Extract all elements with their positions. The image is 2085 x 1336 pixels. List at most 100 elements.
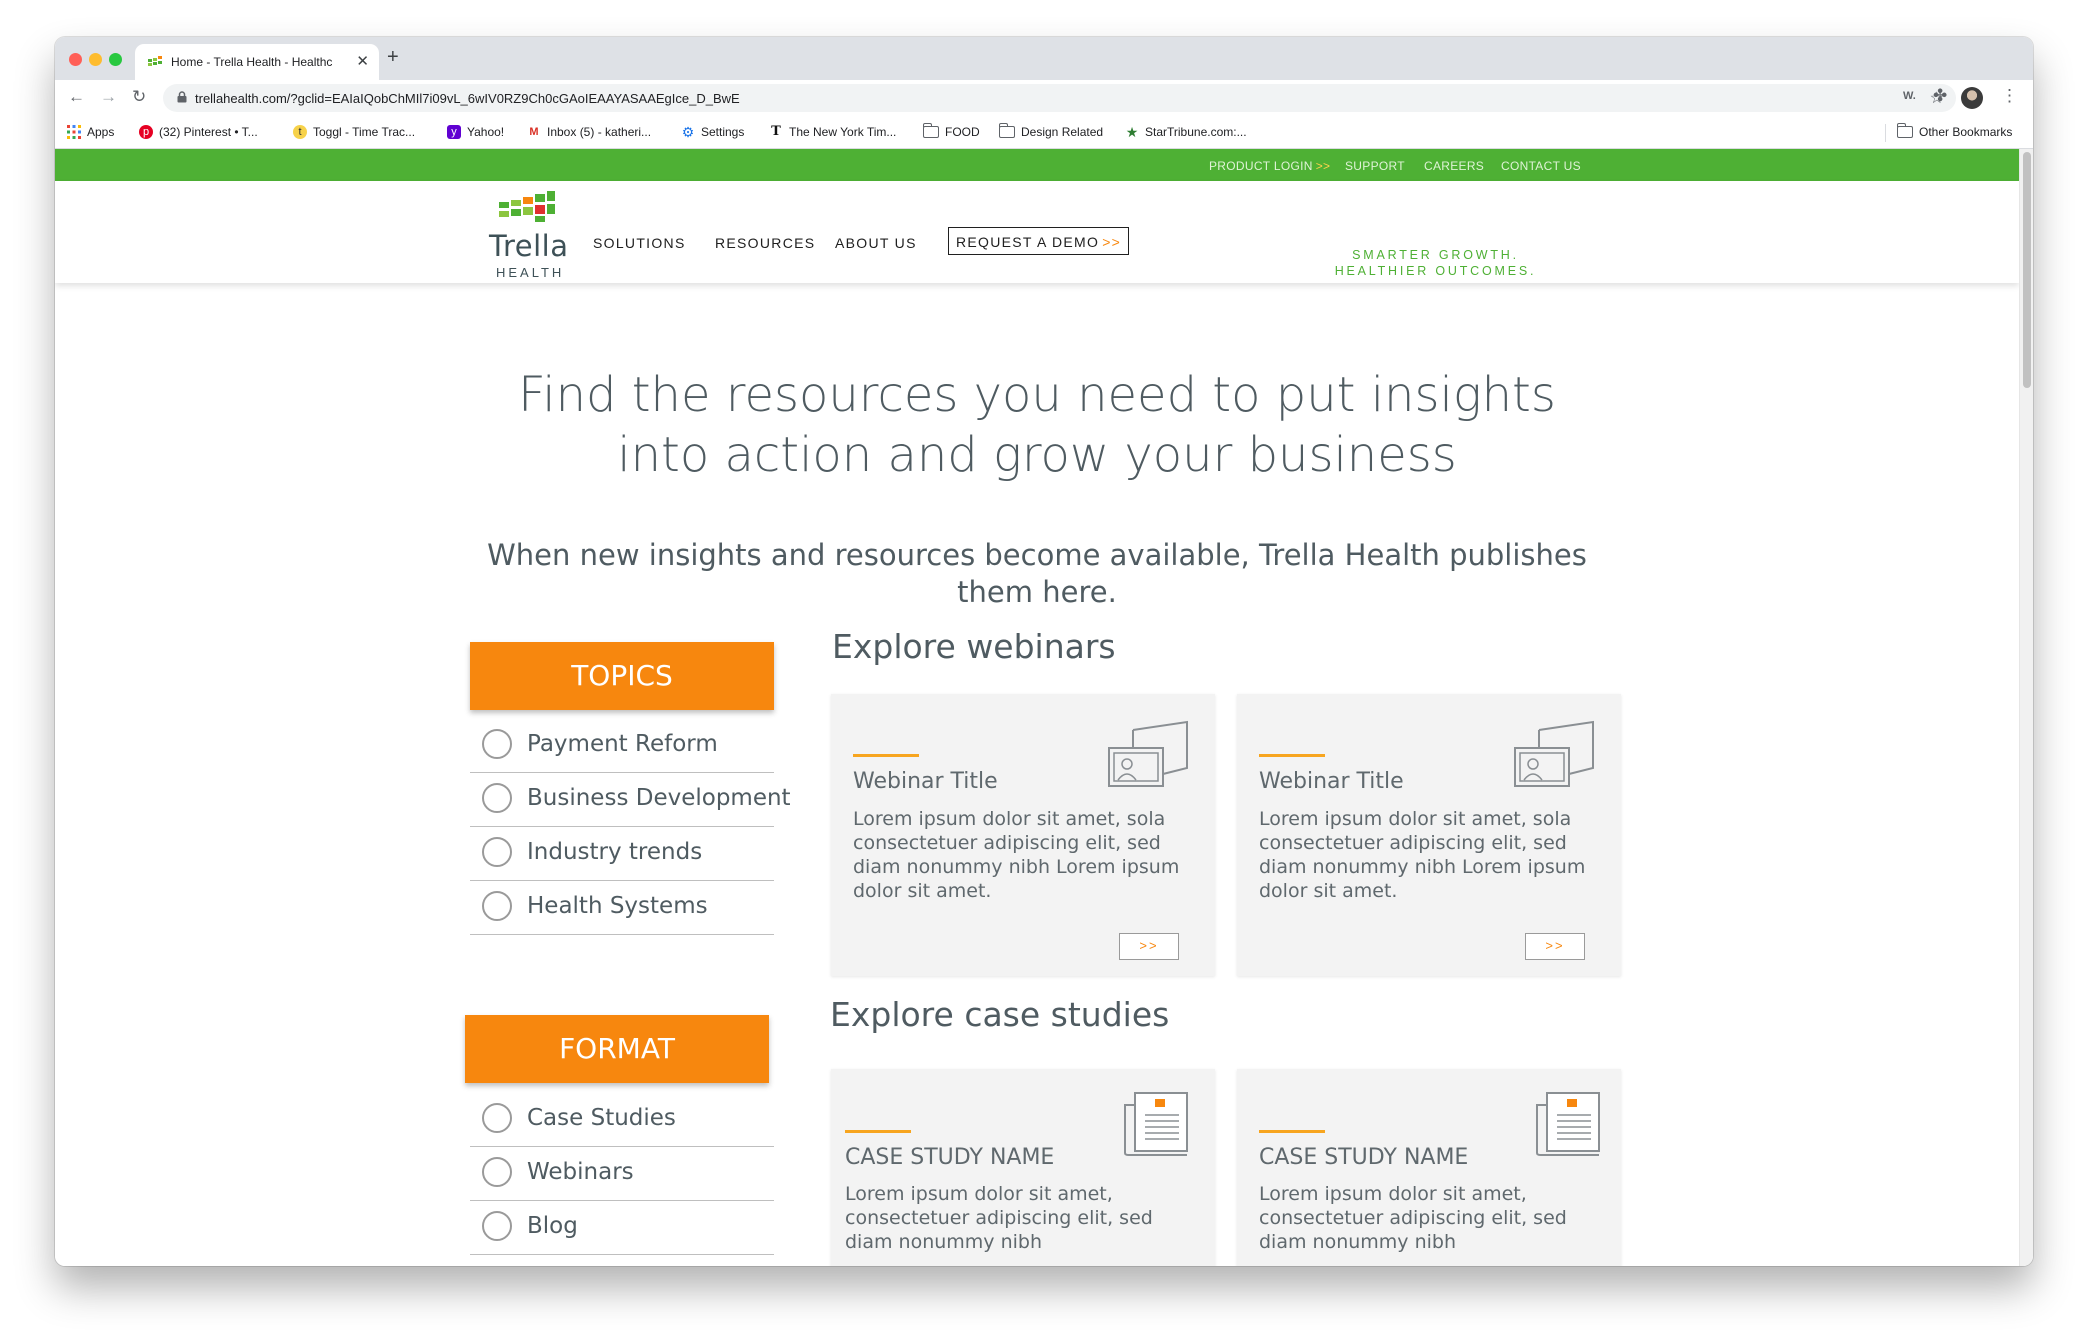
nav-resources[interactable]: RESOURCES (715, 235, 815, 251)
bookmark-yahoo[interactable]: y Yahoo! (447, 125, 504, 139)
browser-menu-icon[interactable]: ⋮ (2001, 86, 2018, 106)
radio-button[interactable] (482, 729, 512, 759)
request-demo-button[interactable]: REQUEST A DEMO >> (948, 227, 1130, 255)
topic-label: Industry trends (527, 839, 703, 865)
yahoo-icon: y (447, 125, 461, 139)
webinar-more-button[interactable]: >> (1119, 933, 1179, 960)
bookmarks-divider (1885, 124, 1886, 142)
tagline-line-2: HEALTHIER OUTCOMES. (1334, 264, 1537, 278)
extensions-puzzle-icon[interactable]: ✤ (1933, 86, 1947, 106)
bookmark-label: (32) Pinterest • T... (159, 125, 258, 139)
reload-icon[interactable]: ↻ (132, 87, 146, 107)
careers-link[interactable]: CAREERS (1424, 159, 1484, 173)
bookmark-label: Inbox (5) - katheri... (547, 125, 652, 139)
login-arrows: >> (1315, 159, 1331, 173)
format-option-webinars[interactable]: Webinars (470, 1147, 774, 1201)
contact-us-link[interactable]: CONTACT US (1501, 159, 1581, 173)
profile-avatar[interactable] (1961, 87, 1983, 109)
product-login-link[interactable]: PRODUCT LOGIN >> (1209, 159, 1330, 173)
bookmark-nyt[interactable]: T The New York Tim... (769, 124, 897, 140)
case-study-card[interactable]: CASE STUDY NAME Lorem ipsum dolor sit am… (831, 1069, 1215, 1266)
support-link[interactable]: SUPPORT (1345, 159, 1405, 173)
tagline: SMARTER GROWTH. HEALTHIER OUTCOMES. (1333, 247, 1538, 279)
card-accent-line (853, 754, 919, 757)
web-page: PRODUCT LOGIN >> SUPPORT CAREERS CONTACT … (55, 149, 2033, 1266)
radio-button[interactable] (482, 1157, 512, 1187)
radio-button[interactable] (482, 1103, 512, 1133)
bookmark-label: Settings (701, 125, 745, 139)
forward-arrow-icon[interactable]: → (100, 87, 117, 107)
webinar-presentation-icon (1108, 720, 1188, 787)
browser-toolbar: ← → ↻ trellahealth.com/?gclid=EAIaIQobCh… (55, 80, 2033, 116)
lock-icon (177, 91, 187, 103)
active-tab[interactable]: Home - Trella Health - Healthc ✕ (135, 44, 379, 80)
radio-button[interactable] (482, 1211, 512, 1241)
new-tab-icon[interactable]: + (387, 46, 399, 69)
format-option-case-studies[interactable]: Case Studies (470, 1093, 774, 1147)
bookmark-design-folder[interactable]: Design Related (998, 123, 1104, 139)
bookmark-pinterest[interactable]: p (32) Pinterest • T... (139, 125, 258, 139)
bookmark-apps[interactable]: Apps (67, 125, 114, 139)
apps-grid-icon (67, 125, 81, 139)
request-demo-label: REQUEST A DEMO (956, 234, 1100, 250)
topic-option-business-development[interactable]: Business Development (470, 773, 791, 827)
utility-nav-bar: PRODUCT LOGIN >> SUPPORT CAREERS CONTACT … (55, 149, 2019, 181)
window-maximize-button[interactable] (109, 53, 122, 66)
case-study-document-icon (1536, 1092, 1600, 1156)
webinars-section-title: Explore webinars (832, 627, 1116, 666)
card-accent-line (1259, 1130, 1325, 1133)
folder-icon (998, 123, 1015, 138)
browser-window: Home - Trella Health - Healthc ✕ + ← → ↻… (55, 37, 2033, 1266)
bookmark-food-folder[interactable]: FOOD (922, 123, 980, 139)
topic-option-health-systems[interactable]: Health Systems (470, 881, 774, 935)
bookmark-label: The New York Tim... (789, 125, 897, 139)
nyt-icon: T (771, 124, 781, 139)
address-bar[interactable]: trellahealth.com/?gclid=EAIaIQobChMIl7i0… (163, 84, 1956, 112)
scrollbar-thumb[interactable] (2023, 152, 2031, 388)
bookmark-toggl[interactable]: t Toggl - Time Trac... (293, 125, 415, 139)
nav-about-us[interactable]: ABOUT US (835, 235, 917, 251)
folder-icon (1896, 123, 1913, 138)
other-bookmarks-folder[interactable]: Other Bookmarks (1896, 123, 2012, 139)
trella-logo-icon[interactable] (499, 191, 555, 225)
format-label: Blog (527, 1213, 578, 1239)
window-close-button[interactable] (69, 53, 82, 66)
url-text: trellahealth.com/?gclid=EAIaIQobChMIl7i0… (195, 91, 740, 106)
extension-w-icon[interactable]: W. (1903, 90, 1916, 102)
logo-wordmark[interactable]: Trella (489, 229, 568, 263)
bookmark-gmail[interactable]: M Inbox (5) - katheri... (527, 125, 651, 139)
bookmark-startribune[interactable]: ★ StarTribune.com:... (1125, 125, 1247, 139)
webinar-title: Webinar Title (853, 769, 998, 794)
startribune-icon: ★ (1125, 124, 1139, 140)
case-study-description: Lorem ipsum dolor sit amet, consectetuer… (845, 1183, 1153, 1253)
tab-close-icon[interactable]: ✕ (356, 52, 369, 70)
format-option-blog[interactable]: Blog (470, 1201, 774, 1255)
case-study-title: CASE STUDY NAME (1259, 1145, 1469, 1170)
radio-button[interactable] (482, 783, 512, 813)
bookmark-label: Yahoo! (467, 125, 505, 139)
back-arrow-icon[interactable]: ← (68, 87, 85, 107)
tagline-line-1: SMARTER GROWTH. (1352, 248, 1519, 262)
tab-strip: Home - Trella Health - Healthc ✕ + (55, 37, 2033, 80)
topic-option-payment-reform[interactable]: Payment Reform (470, 719, 774, 773)
trella-favicon-icon (148, 56, 162, 66)
bookmark-settings[interactable]: ⚙ Settings (681, 125, 745, 139)
webinar-more-button[interactable]: >> (1525, 933, 1585, 960)
page-scrollbar[interactable] (2019, 149, 2033, 1266)
case-study-description: Lorem ipsum dolor sit amet, consectetuer… (1259, 1183, 1567, 1253)
webinar-card[interactable]: Webinar Title Lorem ipsum dolor sit amet… (1237, 694, 1621, 976)
webinar-card[interactable]: Webinar Title Lorem ipsum dolor sit amet… (831, 694, 1215, 976)
bookmark-label: FOOD (945, 125, 980, 139)
topic-option-industry-trends[interactable]: Industry trends (470, 827, 774, 881)
bookmark-label: Design Related (1021, 125, 1104, 139)
case-study-title: CASE STUDY NAME (845, 1145, 1055, 1170)
radio-button[interactable] (482, 837, 512, 867)
radio-button[interactable] (482, 891, 512, 921)
webinar-presentation-icon (1514, 720, 1594, 787)
window-minimize-button[interactable] (89, 53, 102, 66)
folder-icon (922, 123, 939, 138)
product-login-label: PRODUCT LOGIN (1209, 159, 1313, 173)
topic-label: Payment Reform (527, 731, 718, 757)
case-study-card[interactable]: CASE STUDY NAME Lorem ipsum dolor sit am… (1237, 1069, 1621, 1266)
nav-solutions[interactable]: SOLUTIONS (593, 235, 686, 251)
